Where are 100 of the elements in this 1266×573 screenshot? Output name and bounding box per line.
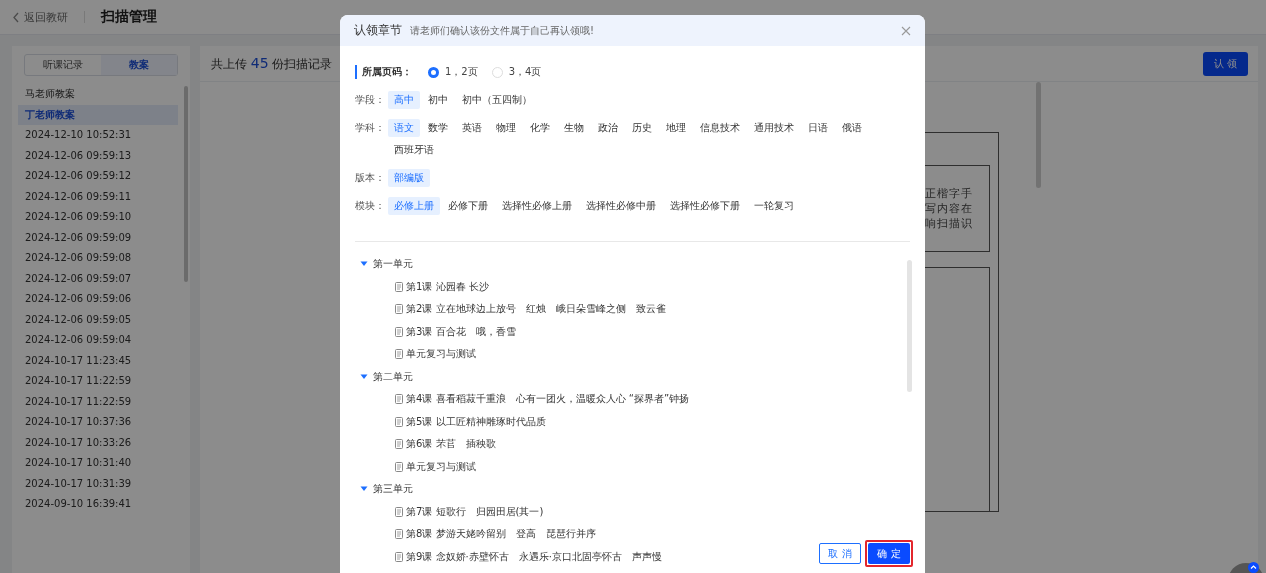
filter-label: 学段： (355, 93, 386, 107)
filter-option[interactable]: 初中 (422, 91, 454, 109)
document-icon (395, 281, 403, 292)
scrollbar-thumb[interactable] (184, 86, 188, 282)
filter-option[interactable]: 日语 (802, 119, 834, 137)
filter-option[interactable]: 历史 (626, 119, 658, 137)
sidebar-item[interactable]: 2024-10-17 11:22:59 (18, 371, 178, 392)
filter-option[interactable]: 初中（五四制） (456, 91, 538, 109)
filter-option[interactable]: 物理 (490, 119, 522, 137)
sidebar-item[interactable]: 2024-10-17 10:31:39 (18, 473, 178, 494)
document-icon (395, 416, 403, 427)
document-icon (395, 439, 403, 450)
filter-option[interactable]: 地理 (660, 119, 692, 137)
document-icon (395, 529, 403, 540)
close-icon[interactable] (901, 25, 911, 36)
sidebar-item[interactable]: 2024-12-10 10:52:31 (18, 125, 178, 146)
document-icon (395, 551, 403, 562)
sidebar-item[interactable]: 马老师教案 (18, 84, 178, 105)
lesson-node[interactable]: 单元复习与测试 (406, 459, 476, 474)
scrollbar-thumb[interactable] (1036, 82, 1041, 188)
document-icon (395, 506, 403, 517)
sidebar-item[interactable]: 2024-12-06 09:59:08 (18, 248, 178, 269)
dialog-subtitle: 请老师们确认该份文件属于自己再认领哦! (410, 23, 595, 38)
sidebar-item[interactable]: 2024-12-06 09:59:12 (18, 166, 178, 187)
document-text: 正楷字手 (925, 186, 973, 201)
filter-option[interactable]: 必修下册 (442, 197, 494, 215)
filter-option[interactable]: 部编版 (388, 169, 430, 187)
filter-option[interactable]: 一轮复习 (748, 197, 800, 215)
sidebar-item[interactable]: 2024-12-06 09:59:07 (18, 268, 178, 289)
chevron-up-icon[interactable] (1248, 562, 1259, 573)
lesson-node[interactable]: 单元复习与测试 (406, 347, 476, 362)
lesson-node[interactable]: 第7课 短歌行 归园田居(其一) (406, 504, 544, 519)
filter-option[interactable]: 政治 (592, 119, 624, 137)
caret-icon[interactable] (360, 261, 368, 268)
cancel-button[interactable]: 取 消 (819, 543, 861, 564)
sidebar-tab[interactable]: 教案 (101, 55, 177, 75)
sidebar-item[interactable]: 2024-10-17 10:37:36 (18, 412, 178, 433)
claim-button[interactable]: 认 领 (1202, 51, 1248, 76)
upload-summary: 共上传 45 份扫描记录 (211, 54, 333, 73)
sidebar-item[interactable]: 2024-09-10 16:39:41 (18, 494, 178, 515)
document-icon (395, 461, 403, 472)
filter-option[interactable]: 数学 (422, 119, 454, 137)
sidebar-item[interactable]: 2024-10-17 10:31:40 (18, 453, 178, 474)
sidebar-item[interactable]: 2024-12-06 09:59:10 (18, 207, 178, 228)
field-label: 所属页码： (355, 65, 412, 79)
chevron-left-icon (12, 11, 20, 23)
radio-label: 1，2页 (445, 65, 478, 79)
document-icon (395, 349, 403, 360)
filter-option[interactable]: 选择性必修上册 (496, 197, 578, 215)
filter-option[interactable]: 俄语 (836, 119, 868, 137)
filter-label: 模块： (355, 199, 386, 213)
filter-option[interactable]: 选择性必修下册 (664, 197, 746, 215)
sidebar-item[interactable]: 2024-12-06 09:59:05 (18, 309, 178, 330)
document-text: 响扫描识 (925, 216, 973, 231)
filter-option[interactable]: 西班牙语 (388, 141, 440, 159)
lesson-node[interactable]: 第1课 沁园春 长沙 (406, 279, 489, 294)
lesson-node[interactable]: 第5课 以工匠精神雕琢时代品质 (406, 414, 546, 429)
confirm-button[interactable]: 确 定 (868, 543, 910, 564)
filter-option[interactable]: 高中 (388, 91, 420, 109)
unit-node[interactable]: 第一单元 (360, 253, 910, 276)
filter-option[interactable]: 通用技术 (748, 119, 800, 137)
unit-node[interactable]: 第二单元 (360, 365, 910, 388)
sidebar-item[interactable]: 2024-12-06 09:59:11 (18, 186, 178, 207)
filter-option[interactable]: 信息技术 (694, 119, 746, 137)
lesson-node[interactable]: 第3课 百合花 哦，香雪 (406, 324, 516, 339)
lesson-node[interactable]: 第6课 芣苢 插秧歌 (406, 437, 496, 452)
scrollbar-thumb[interactable] (907, 260, 912, 392)
lesson-node[interactable]: 第8课 梦游天姥吟留别 登高 琵琶行并序 (406, 527, 596, 542)
lesson-node[interactable]: 第4课 喜看稻菽千重浪 心有一团火，温暖众人心 “探界者”钟扬 (406, 392, 690, 407)
filter-label: 学科： (355, 121, 386, 135)
filter-label: 版本： (355, 171, 386, 185)
filter-option[interactable]: 选择性必修中册 (580, 197, 662, 215)
sidebar-item[interactable]: 2024-12-06 09:59:06 (18, 289, 178, 310)
sidebar-item[interactable]: 2024-12-06 09:59:04 (18, 330, 178, 351)
filter-option[interactable]: 语文 (388, 119, 420, 137)
radio-icon[interactable] (428, 66, 439, 78)
caret-icon[interactable] (360, 373, 368, 380)
filter-option[interactable]: 必修上册 (388, 197, 440, 215)
sidebar-item[interactable]: 2024-10-17 11:22:59 (18, 391, 178, 412)
document-icon (395, 304, 403, 315)
sidebar-item[interactable]: 2024-12-06 09:59:13 (18, 145, 178, 166)
document-icon (395, 326, 403, 337)
caret-icon[interactable] (360, 486, 368, 493)
filter-option[interactable]: 英语 (456, 119, 488, 137)
lesson-node[interactable]: 第2课 立在地球边上放号 红烛 峨日朵雪峰之侧 致云雀 (406, 302, 666, 317)
radio-label: 3，4页 (508, 65, 542, 79)
document-icon (395, 394, 403, 405)
page-title: 扫描管理 (101, 8, 157, 26)
page-radio[interactable]: 1，2页 (428, 65, 478, 79)
sidebar-item[interactable]: 2024-12-06 09:59:09 (18, 227, 178, 248)
filter-option[interactable]: 生物 (558, 119, 590, 137)
unit-node[interactable]: 第三单元 (360, 478, 910, 501)
page-radio[interactable]: 3，4页 (491, 65, 542, 79)
sidebar-item[interactable]: 2024-10-17 11:23:45 (18, 350, 178, 371)
dialog-title: 认领章节 (354, 22, 402, 39)
filter-option[interactable]: 化学 (524, 119, 556, 137)
sidebar-tab[interactable]: 听课记录 (25, 55, 101, 75)
back-link[interactable]: 返回教研 (12, 9, 68, 25)
lesson-node[interactable]: 第9课 念奴娇·赤壁怀古 永遇乐·京口北固亭怀古 声声慢 (406, 549, 662, 564)
sidebar-item[interactable]: 2024-10-17 10:33:26 (18, 432, 178, 453)
